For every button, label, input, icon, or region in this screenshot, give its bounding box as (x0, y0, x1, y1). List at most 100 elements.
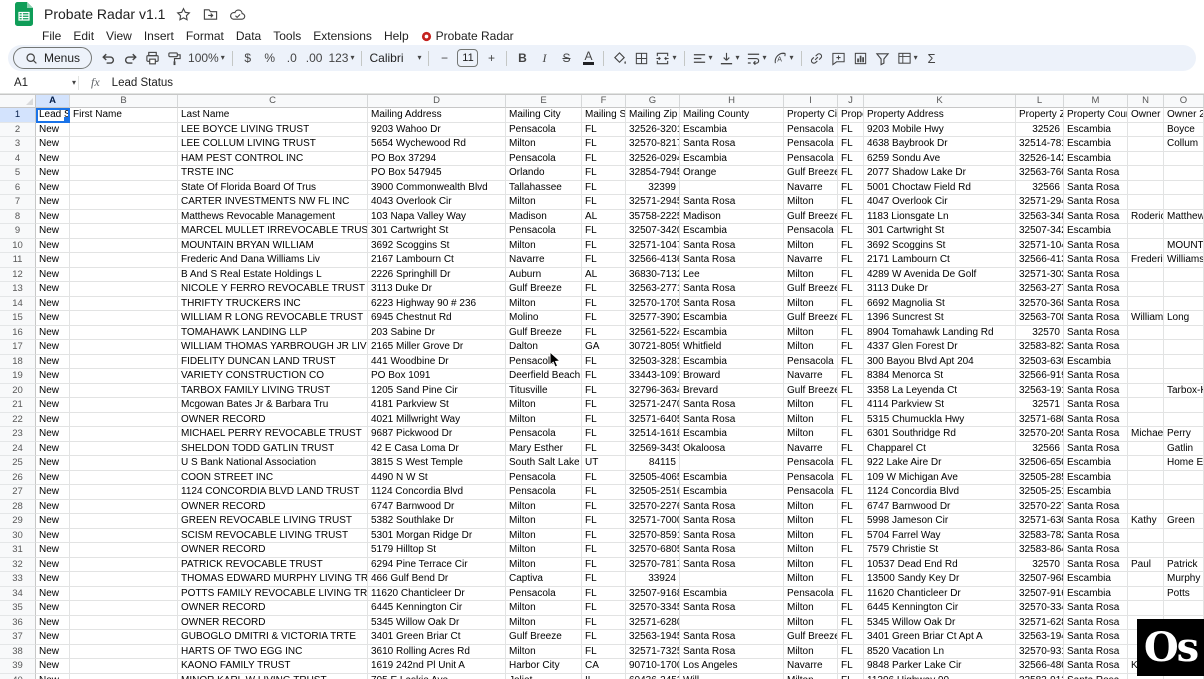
cell-E32[interactable]: Milton (506, 557, 582, 572)
cell-J29[interactable]: FL (838, 514, 864, 529)
row-header-30[interactable]: 30 (0, 528, 36, 543)
cell-E25[interactable]: South Salt Lake (506, 456, 582, 471)
cell-G37[interactable]: 32563-1945 (626, 630, 680, 645)
cell-M34[interactable]: Escambia (1064, 586, 1128, 601)
column-header-K[interactable]: K (864, 95, 1016, 108)
cell-L28[interactable]: 32570-2276 (1016, 499, 1064, 514)
cell-F24[interactable]: FL (582, 441, 626, 456)
cell-A34[interactable]: New (36, 586, 70, 601)
cell-O23[interactable]: Perry (1164, 427, 1204, 442)
cell-E14[interactable]: Milton (506, 296, 582, 311)
cell-C22[interactable]: OWNER RECORD (178, 412, 368, 427)
cell-N29[interactable]: Kathy (1128, 514, 1164, 529)
cell-J22[interactable]: FL (838, 412, 864, 427)
cell-O16[interactable] (1164, 325, 1204, 340)
cell-L39[interactable]: 32566-4802 (1016, 659, 1064, 674)
cell-B31[interactable] (70, 543, 178, 558)
cell-M38[interactable]: Santa Rosa (1064, 644, 1128, 659)
cell-N34[interactable] (1128, 586, 1164, 601)
cell-C14[interactable]: THRIFTY TRUCKERS INC (178, 296, 368, 311)
cell-B32[interactable] (70, 557, 178, 572)
cell-A38[interactable]: New (36, 644, 70, 659)
row-header-11[interactable]: 11 (0, 253, 36, 268)
cell-I6[interactable]: Navarre (784, 180, 838, 195)
cell-N2[interactable] (1128, 122, 1164, 137)
cell-A5[interactable]: New (36, 166, 70, 181)
cell-J4[interactable]: FL (838, 151, 864, 166)
cell-F5[interactable]: FL (582, 166, 626, 181)
cell-A30[interactable]: New (36, 528, 70, 543)
cell-I35[interactable]: Milton (784, 601, 838, 616)
cell-G15[interactable]: 32577-3902 (626, 311, 680, 326)
cell-N27[interactable] (1128, 485, 1164, 500)
row-header-13[interactable]: 13 (0, 282, 36, 297)
cell-G2[interactable]: 32526-3201 (626, 122, 680, 137)
cell-H10[interactable]: Santa Rosa (680, 238, 784, 253)
cell-K8[interactable]: 1183 Lionsgate Ln (864, 209, 1016, 224)
column-header-J[interactable]: J (838, 95, 864, 108)
cell-A25[interactable]: New (36, 456, 70, 471)
cell-I2[interactable]: Pensacola (784, 122, 838, 137)
cell-C17[interactable]: WILLIAM THOMAS YARBROUGH JR LIVING TRUST (178, 340, 368, 355)
cell-E13[interactable]: Gulf Breeze (506, 282, 582, 297)
cell-O17[interactable] (1164, 340, 1204, 355)
cell-A13[interactable]: New (36, 282, 70, 297)
cell-O30[interactable] (1164, 528, 1204, 543)
cell-O29[interactable]: Green (1164, 514, 1204, 529)
menu-tools[interactable]: Tools (267, 29, 307, 43)
cell-L17[interactable]: 32583-8239 (1016, 340, 1064, 355)
cell-J13[interactable]: FL (838, 282, 864, 297)
cell-M8[interactable]: Santa Rosa (1064, 209, 1128, 224)
cell-J37[interactable]: FL (838, 630, 864, 645)
cell-D23[interactable]: 9687 Pickwood Dr (368, 427, 506, 442)
name-box[interactable]: A1 ▾ (0, 77, 76, 89)
cell-D36[interactable]: 5345 Willow Oak Dr (368, 615, 506, 630)
cell-A39[interactable]: New (36, 659, 70, 674)
cell-O28[interactable] (1164, 499, 1204, 514)
cell-J38[interactable]: FL (838, 644, 864, 659)
cell-J16[interactable]: FL (838, 325, 864, 340)
cell-C13[interactable]: NICOLE Y FERRO REVOCABLE TRUST (178, 282, 368, 297)
row-header-21[interactable]: 21 (0, 398, 36, 413)
cell-O13[interactable] (1164, 282, 1204, 297)
cell-C36[interactable]: OWNER RECORD (178, 615, 368, 630)
cell-F6[interactable]: FL (582, 180, 626, 195)
cell-D25[interactable]: 3815 S West Temple (368, 456, 506, 471)
cell-E5[interactable]: Orlando (506, 166, 582, 181)
cell-K7[interactable]: 4047 Overlook Cir (864, 195, 1016, 210)
cell-O25[interactable]: Home Equ (1164, 456, 1204, 471)
cell-B16[interactable] (70, 325, 178, 340)
cell-G16[interactable]: 32561-5224 (626, 325, 680, 340)
cell-H17[interactable]: Whitfield (680, 340, 784, 355)
cell-N6[interactable] (1128, 180, 1164, 195)
cell-C3[interactable]: LEE COLLUM LIVING TRUST (178, 137, 368, 152)
row-header-4[interactable]: 4 (0, 151, 36, 166)
cell-A26[interactable]: New (36, 470, 70, 485)
cell-H26[interactable]: Escambia (680, 470, 784, 485)
cell-B15[interactable] (70, 311, 178, 326)
cell-O26[interactable] (1164, 470, 1204, 485)
cell-I16[interactable]: Milton (784, 325, 838, 340)
row-header-18[interactable]: 18 (0, 354, 36, 369)
cell-M23[interactable]: Santa Rosa (1064, 427, 1128, 442)
cell-F15[interactable]: FL (582, 311, 626, 326)
cell-G26[interactable]: 32505-4065 (626, 470, 680, 485)
cell-E36[interactable]: Milton (506, 615, 582, 630)
cell-G31[interactable]: 32570-6805 (626, 543, 680, 558)
cell-A2[interactable]: New (36, 122, 70, 137)
cell-N35[interactable] (1128, 601, 1164, 616)
cell-H23[interactable]: Escambia (680, 427, 784, 442)
column-header-C[interactable]: C (178, 95, 368, 108)
print-button[interactable] (141, 47, 163, 69)
cell-D34[interactable]: 11620 Chanticleer Dr (368, 586, 506, 601)
cell-J36[interactable]: FL (838, 615, 864, 630)
cell-F2[interactable]: FL (582, 122, 626, 137)
cell-H31[interactable]: Santa Rosa (680, 543, 784, 558)
cell-E7[interactable]: Milton (506, 195, 582, 210)
cell-H8[interactable]: Madison (680, 209, 784, 224)
cell-M33[interactable]: Escambia (1064, 572, 1128, 587)
cell-I32[interactable]: Milton (784, 557, 838, 572)
cell-O35[interactable] (1164, 601, 1204, 616)
cell-H9[interactable]: Escambia (680, 224, 784, 239)
cell-H12[interactable]: Lee (680, 267, 784, 282)
